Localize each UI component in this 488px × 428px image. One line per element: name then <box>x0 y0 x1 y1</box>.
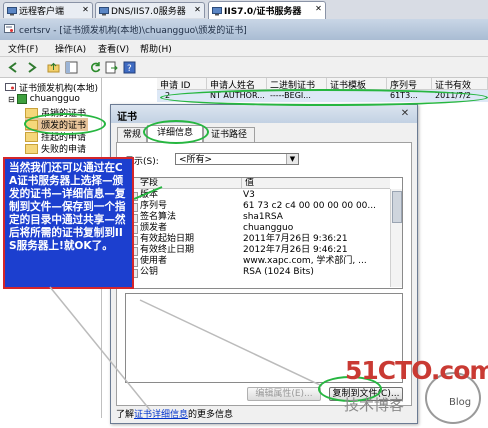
watermark-blog: Blog <box>449 397 472 408</box>
connector-line <box>139 299 323 387</box>
connector-line <box>49 286 151 411</box>
watermark-logo: 51CTO.com <box>345 356 488 385</box>
highlight-oval-row <box>160 89 488 106</box>
highlight-oval-issued <box>24 113 106 135</box>
highlight-oval-details-tab <box>143 120 209 144</box>
watermark-sub: 技术博客 <box>344 396 405 414</box>
connector-line <box>133 186 163 200</box>
